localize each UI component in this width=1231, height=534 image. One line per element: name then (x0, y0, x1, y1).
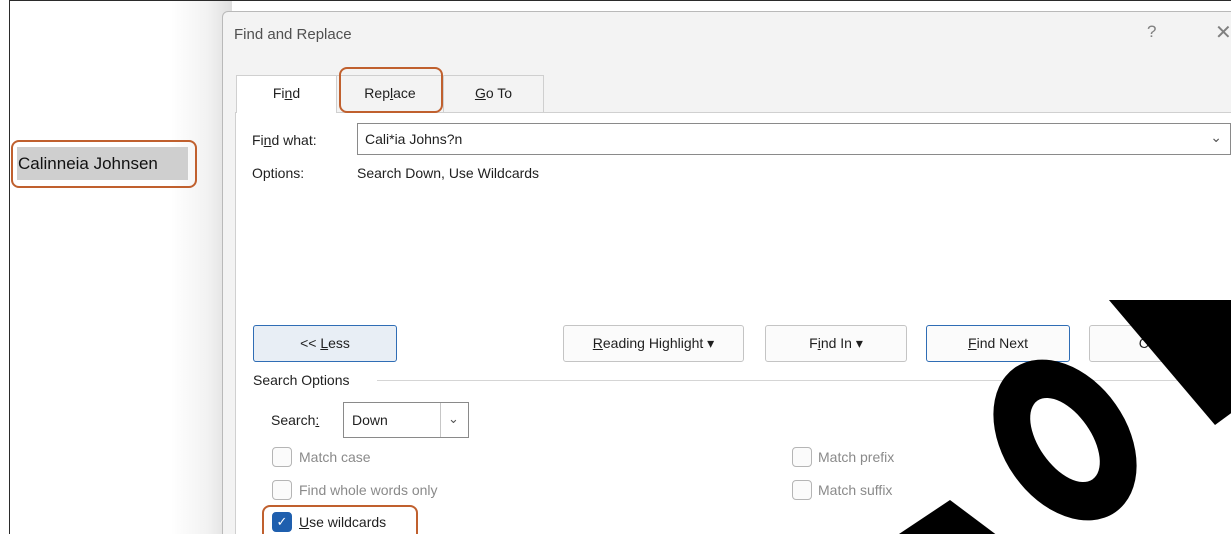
cancel-button[interactable]: Cancel (1089, 325, 1231, 362)
match-case-label: Match case (299, 449, 371, 465)
less-button[interactable]: << Less (253, 325, 397, 362)
match-prefix-checkbox[interactable] (792, 447, 812, 467)
find-whole-words-checkbox[interactable] (272, 480, 292, 500)
close-icon[interactable]: ✕ (1215, 20, 1231, 45)
callout-replace-tab (339, 67, 443, 113)
chevron-down-icon[interactable]: ⌄ (448, 411, 459, 427)
reading-highlight-button[interactable]: Reading Highlight ▾ (563, 325, 744, 362)
search-options-divider (377, 380, 1231, 381)
dialog-title: Find and Replace (234, 26, 352, 43)
find-whole-words-label: Find whole words only (299, 482, 438, 498)
match-prefix-label: Match prefix (818, 449, 895, 465)
callout-use-wildcards (262, 505, 418, 534)
options-value: Search Down, Use Wildcards (357, 165, 540, 181)
match-case-checkbox[interactable] (272, 447, 292, 467)
callout-highlight-document-text (11, 140, 197, 188)
match-suffix-label: Match suffix (818, 482, 893, 498)
find-what-label: Find what: (252, 132, 317, 148)
tab-find[interactable]: Find (236, 75, 337, 113)
find-what-value: Cali*ia Johns?n (365, 131, 463, 147)
find-what-input[interactable]: Cali*ia Johns?n ⌄ (357, 123, 1231, 155)
select-divider (440, 403, 441, 437)
search-direction-value: Down (352, 412, 388, 428)
search-direction-select[interactable]: Down ⌄ (343, 402, 469, 438)
search-options-heading: Search Options (253, 372, 350, 388)
find-next-button[interactable]: Find Next (926, 325, 1070, 362)
find-in-button[interactable]: Find In ▾ (765, 325, 907, 362)
tab-goto[interactable]: Go To (443, 75, 544, 112)
search-label: Search: (271, 412, 320, 428)
help-icon[interactable]: ? (1147, 22, 1156, 42)
chevron-down-icon[interactable]: ⌄ (1210, 129, 1222, 146)
options-label: Options: (252, 165, 305, 181)
match-suffix-checkbox[interactable] (792, 480, 812, 500)
